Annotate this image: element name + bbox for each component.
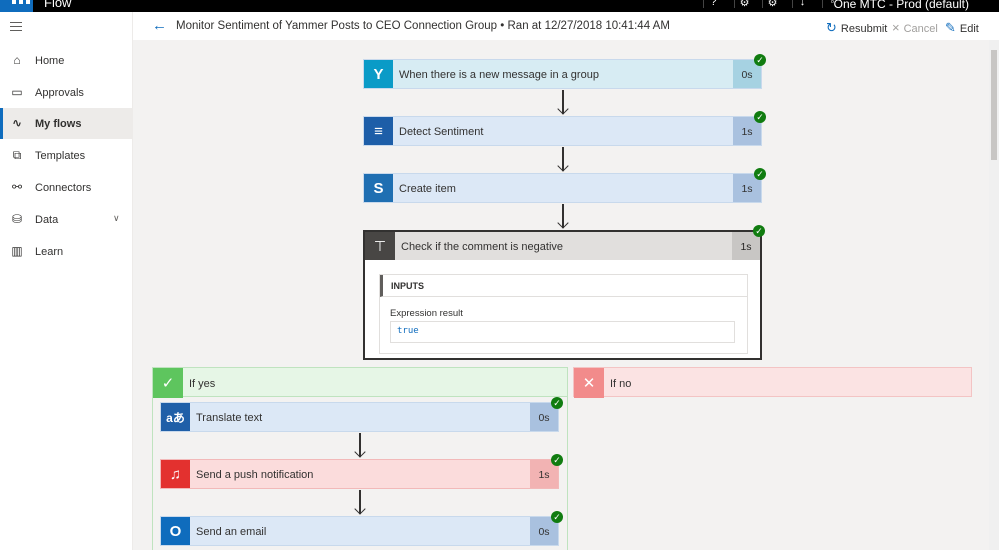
text-analytics-icon: ≡ [364, 117, 393, 145]
notification-bell-icon: ♫ [161, 460, 190, 488]
step-detect-sentiment[interactable]: ≡ Detect Sentiment 1s [363, 116, 762, 146]
nav-item-my-flows[interactable]: ∿ My flows [0, 108, 133, 139]
if-yes-branch-header[interactable]: ✓ If yes [152, 367, 568, 398]
download-icon[interactable]: ↓ [792, 0, 812, 8]
expression-result-label: Expression result [390, 308, 463, 319]
chevron-down-icon[interactable]: ∨ [113, 213, 120, 224]
step-send-an-email[interactable]: O Send an email 0s [160, 516, 559, 546]
close-x-icon: ✕ [574, 368, 604, 398]
checkmark-icon: ✓ [153, 368, 183, 398]
outlook-icon: O [161, 517, 190, 545]
vertical-scrollbar[interactable] [989, 40, 999, 550]
top-app-bar: Flow ? ⚙ ⚙ ↓ ◦ One MTC - Prod (default) [0, 0, 999, 12]
yammer-icon: Y [364, 60, 393, 88]
success-check-icon: ✓ [754, 168, 766, 180]
app-name: Flow [44, 0, 72, 10]
left-navigation: ⌂ Home ▭ Approvals ∿ My flows ⧉ Template… [0, 12, 133, 550]
condition-card[interactable]: ⊤ Check if the comment is negative 1s IN… [363, 230, 762, 360]
success-check-icon: ✓ [551, 454, 563, 466]
success-check-icon: ✓ [551, 397, 563, 409]
connector-arrow [557, 147, 569, 173]
connector-arrow [354, 433, 366, 459]
app-launcher-button[interactable] [0, 0, 33, 12]
database-icon: ⛁ [11, 212, 23, 226]
sharepoint-icon: S [364, 174, 393, 202]
nav-item-approvals[interactable]: ▭ Approvals [0, 77, 133, 108]
edit-button[interactable]: ✎ Edit [945, 20, 979, 36]
nav-item-learn[interactable]: ▥ Learn [0, 236, 133, 267]
book-icon: ▥ [11, 244, 23, 258]
settings-gear-icon[interactable]: ⚙ [734, 0, 754, 9]
scrollbar-thumb[interactable] [991, 50, 997, 160]
if-no-branch-header[interactable]: ✕ If no [573, 367, 972, 398]
home-icon: ⌂ [13, 53, 21, 67]
hamburger-menu-icon[interactable] [10, 22, 22, 34]
inputs-panel: INPUTS Expression result true [379, 274, 748, 354]
translator-icon: aあ [161, 403, 190, 431]
condition-icon: ⊤ [365, 232, 395, 260]
nav-item-templates[interactable]: ⧉ Templates [0, 140, 133, 171]
condition-header[interactable]: ⊤ Check if the comment is negative 1s [365, 232, 760, 260]
step-trigger-new-message[interactable]: Y When there is a new message in a group… [363, 59, 762, 89]
connector-arrow [354, 490, 366, 516]
command-bar: ← Monitor Sentiment of Yammer Posts to C… [0, 12, 999, 40]
flow-icon: ∿ [11, 116, 23, 130]
success-check-icon: ✓ [551, 511, 563, 523]
step-send-push-notification[interactable]: ♫ Send a push notification 1s [160, 459, 559, 489]
approvals-icon: ▭ [11, 85, 23, 99]
resubmit-button[interactable]: ↻ Resubmit [826, 20, 887, 36]
step-translate-text[interactable]: aあ Translate text 0s [160, 402, 559, 432]
templates-icon: ⧉ [12, 148, 22, 162]
expression-result-value[interactable]: true [390, 321, 735, 343]
back-arrow-icon[interactable]: ← [152, 17, 167, 34]
help-icon[interactable]: ? [703, 0, 723, 8]
edit-pencil-icon: ✎ [945, 20, 956, 35]
connector-arrow [557, 90, 569, 116]
connector-arrow [557, 204, 569, 230]
success-check-icon: ✓ [754, 111, 766, 123]
inputs-header: INPUTS [380, 275, 747, 297]
nav-item-data[interactable]: ⛁ Data ∨ [0, 204, 133, 235]
notifications-icon[interactable]: ⚙ [762, 0, 782, 9]
success-check-icon: ✓ [753, 225, 765, 237]
run-title: Monitor Sentiment of Yammer Posts to CEO… [176, 20, 670, 32]
nav-item-connectors[interactable]: ⚯ Connectors [0, 172, 133, 203]
success-check-icon: ✓ [754, 54, 766, 66]
step-create-item[interactable]: S Create item 1s [363, 173, 762, 203]
connectors-icon: ⚯ [11, 180, 23, 194]
resubmit-icon: ↻ [826, 20, 837, 35]
nav-item-home[interactable]: ⌂ Home [0, 45, 133, 76]
environment-name[interactable]: One MTC - Prod (default) [834, 0, 969, 11]
cancel-button[interactable]: × Cancel [892, 20, 938, 35]
cancel-x-icon: × [892, 20, 900, 35]
